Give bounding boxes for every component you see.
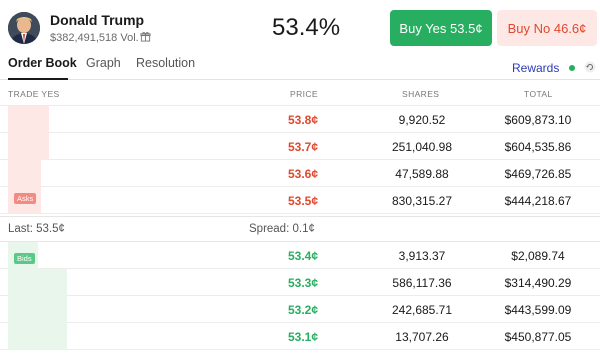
ask-price: 53.7¢ (288, 140, 319, 154)
bid-shares: 3,913.37 (398, 249, 446, 263)
column-header-shares: SHARES (402, 89, 440, 99)
bid-price: 53.4¢ (288, 249, 319, 263)
asks-badge: Asks (14, 193, 37, 204)
bid-total: $2,089.74 (511, 249, 565, 263)
bid-total: $450,877.05 (504, 330, 572, 344)
ask-depth-bar (8, 133, 49, 160)
bid-price: 53.1¢ (288, 330, 319, 344)
bid-total: $314,490.29 (504, 276, 572, 290)
ask-total: $609,873.10 (504, 113, 572, 127)
ask-price: 53.5¢ (288, 194, 319, 208)
gift-icon[interactable] (140, 31, 151, 42)
ask-row[interactable]: 53.5¢ 830,315.27 $444,218.67 (0, 187, 600, 214)
market-header: Donald Trump $382,491,518 Vol. 53.4% Buy… (0, 0, 600, 52)
buy-no-button[interactable]: Buy No 46.6¢ (497, 10, 597, 46)
bid-row[interactable]: 53.4¢ 3,913.37 $2,089.74 (0, 242, 600, 269)
tab-resolution[interactable]: Resolution (136, 56, 195, 70)
bids-badge: Bids (14, 253, 35, 264)
bid-depth-bar (8, 296, 67, 323)
bid-shares: 242,685.71 (391, 303, 453, 317)
bid-depth-bar (8, 269, 67, 296)
ask-shares: 830,315.27 (391, 194, 453, 208)
ask-row[interactable]: 53.7¢ 251,040.98 $604,535.86 (0, 133, 600, 160)
last-price: Last: 53.5¢ (8, 223, 65, 235)
tab-graph[interactable]: Graph (86, 56, 121, 70)
ask-price: 53.6¢ (288, 167, 319, 181)
bid-shares: 586,117.36 (392, 276, 452, 290)
active-tab-indicator (8, 78, 68, 80)
column-header-total: TOTAL (524, 89, 553, 99)
ask-shares: 251,040.98 (391, 140, 453, 154)
market-name[interactable]: Donald Trump (50, 12, 144, 28)
ask-price: 53.8¢ (288, 113, 319, 127)
ask-row[interactable]: 53.6¢ 47,589.88 $469,726.85 (0, 160, 600, 187)
ask-total: $469,726.85 (504, 167, 572, 181)
spread-value: Spread: 0.1¢ (249, 223, 315, 235)
rewards-link[interactable]: Rewards (512, 61, 559, 75)
ask-depth-bar (8, 160, 41, 187)
avatar (8, 12, 40, 44)
ask-shares: 47,589.88 (395, 167, 449, 181)
bid-row[interactable]: 53.1¢ 13,707.26 $450,877.05 (0, 323, 600, 350)
rewards-status-dot (569, 65, 575, 71)
ask-total: $604,535.86 (504, 140, 572, 154)
bid-price: 53.2¢ (288, 303, 319, 317)
buy-yes-button[interactable]: Buy Yes 53.5¢ (390, 10, 492, 46)
column-header-price: PRICE (290, 89, 318, 99)
ask-shares: 9,920.52 (398, 113, 446, 127)
tab-bar: Order Book Graph Resolution Rewards (0, 52, 600, 80)
refresh-icon[interactable] (584, 61, 596, 73)
column-header-trade-yes: TRADE YES (8, 89, 60, 99)
ask-total: $444,218.67 (504, 194, 572, 208)
bid-row[interactable]: 53.2¢ 242,685.71 $443,599.09 (0, 296, 600, 323)
tab-order-book[interactable]: Order Book (8, 56, 77, 70)
bid-price: 53.3¢ (288, 276, 319, 290)
bid-depth-bar (8, 323, 67, 350)
bid-total: $443,599.09 (504, 303, 572, 317)
bid-row[interactable]: 53.3¢ 586,117.36 $314,490.29 (0, 269, 600, 296)
ask-depth-bar (8, 106, 49, 133)
ask-row[interactable]: 53.8¢ 9,920.52 $609,873.10 (0, 106, 600, 133)
bid-shares: 13,707.26 (395, 330, 449, 344)
market-chance: 53.4% (272, 14, 341, 41)
spread-row: Last: 53.5¢ Spread: 0.1¢ (0, 216, 600, 242)
market-volume: $382,491,518 Vol. (50, 32, 139, 44)
